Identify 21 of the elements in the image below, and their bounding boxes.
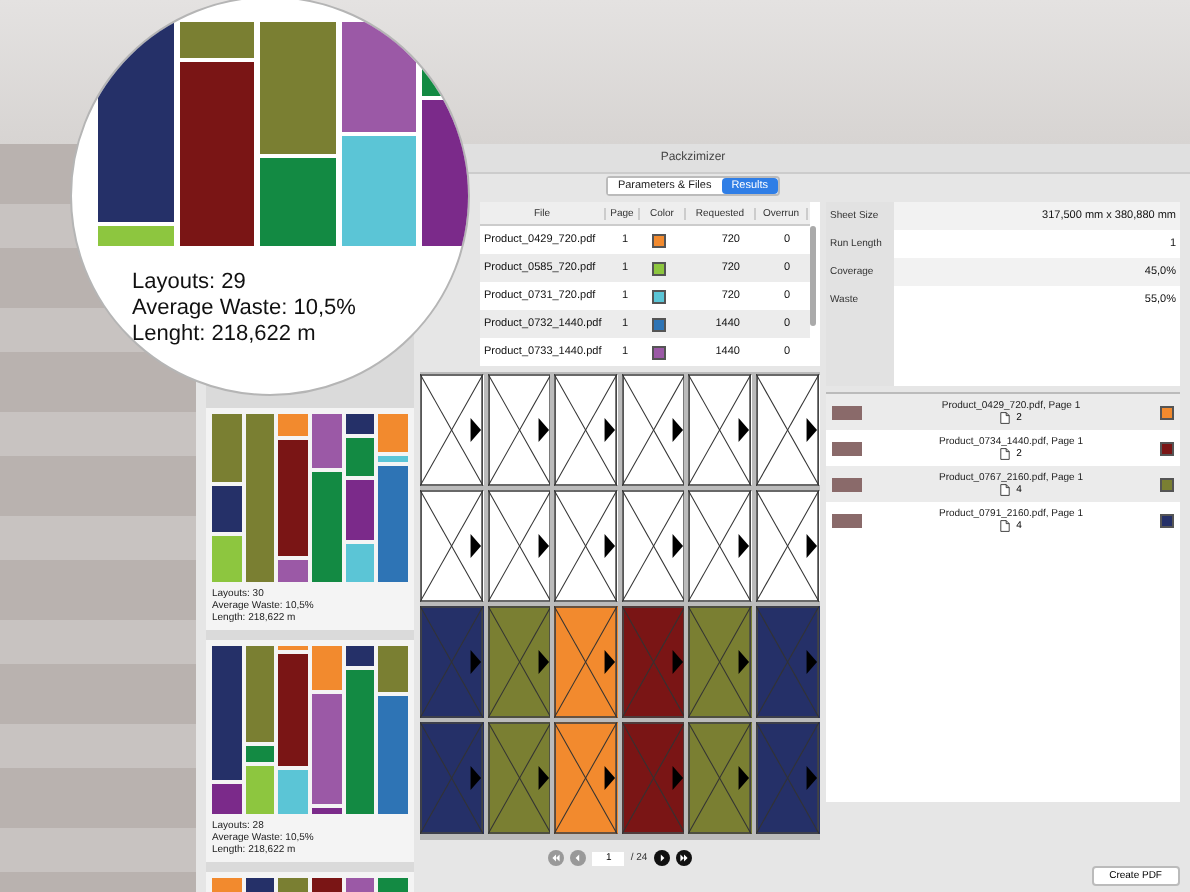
document-icon (1000, 412, 1011, 424)
color-swatch[interactable] (651, 289, 665, 303)
color-swatch[interactable] (651, 233, 665, 247)
previous-page-button[interactable] (570, 850, 587, 866)
first-page-button[interactable] (548, 850, 565, 866)
layout-stat: Average Waste: 10,5% (132, 296, 358, 322)
layout-stat: Lenght: 218,622 m (132, 322, 318, 348)
document-icon (1000, 520, 1011, 532)
photo-placeholder (832, 441, 862, 455)
document-icon (1000, 484, 1011, 496)
color-swatch[interactable] (651, 345, 665, 359)
photo-placeholder (832, 405, 862, 419)
photo-placeholder (832, 513, 862, 527)
scrollbar[interactable] (810, 226, 816, 326)
layout-stat: Layouts: 29 (132, 270, 248, 296)
next-page-button[interactable] (653, 850, 670, 866)
color-swatch[interactable] (651, 317, 665, 331)
last-page-button[interactable] (675, 850, 692, 866)
document-icon (1000, 448, 1011, 460)
color-swatch[interactable] (651, 261, 665, 275)
photo-placeholder (832, 477, 862, 491)
